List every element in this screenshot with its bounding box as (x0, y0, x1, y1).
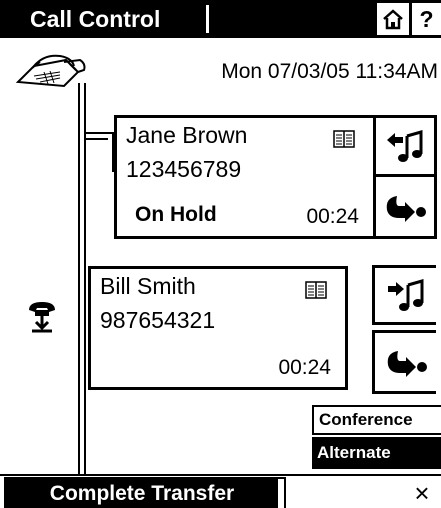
hold-music-icon (387, 279, 423, 311)
datetime-display: Mon 07/03/05 11:34AM (221, 60, 438, 83)
call-card-2[interactable]: Bill Smith 987654321 00:24 (88, 266, 348, 390)
home-button[interactable] (377, 3, 409, 35)
caller-name: Bill Smith (100, 273, 196, 299)
transfer-phone-icon (27, 300, 57, 339)
title-bar-spacer (206, 5, 392, 33)
conference-option[interactable]: Conference (312, 405, 441, 435)
call-line-connector (78, 83, 86, 474)
retrieve-call-button[interactable] (373, 115, 437, 177)
transfer-arrow-icon (387, 351, 427, 377)
footer-divider (0, 474, 441, 476)
desk-phone-icon (14, 52, 88, 97)
hold-call-button[interactable] (372, 265, 436, 325)
caller-number: 123456789 (126, 156, 242, 182)
call-timer: 00:24 (306, 205, 359, 228)
page-title: Call Control (30, 6, 161, 32)
complete-transfer-button[interactable]: Complete Transfer (4, 477, 286, 508)
transfer-call-button[interactable] (373, 174, 437, 239)
call-timer: 00:24 (278, 356, 331, 379)
help-button[interactable]: ? (412, 3, 441, 35)
caller-number: 987654321 (100, 307, 216, 333)
transfer-call-button[interactable] (372, 330, 436, 394)
call-line-branch (86, 132, 114, 172)
close-icon[interactable]: × (406, 478, 438, 508)
phonebook-icon (333, 130, 355, 153)
call-card-1[interactable]: Jane Brown 123456789 On Hold 00:24 (114, 115, 376, 239)
caller-name: Jane Brown (126, 122, 248, 148)
phonebook-icon (305, 281, 327, 304)
alternate-option[interactable]: Alternate (312, 437, 441, 469)
call-status: On Hold (135, 203, 217, 226)
title-bar: Call Control ? (0, 0, 441, 38)
home-icon (383, 9, 403, 30)
transfer-arrow-icon (386, 195, 426, 222)
retrieve-music-icon (387, 130, 423, 162)
